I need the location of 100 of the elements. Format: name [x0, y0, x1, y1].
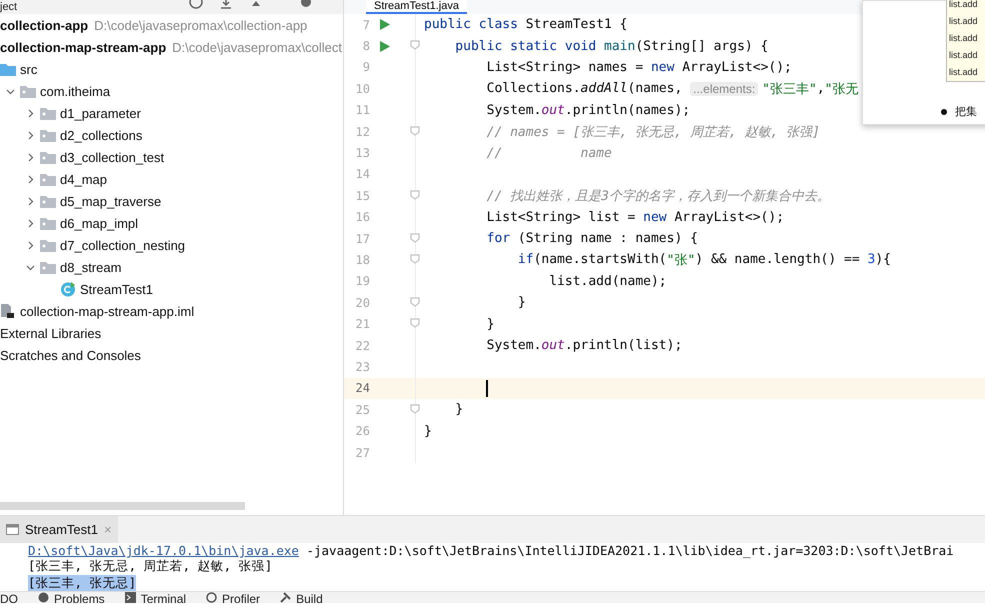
package-folder-icon — [20, 84, 36, 98]
code-line: List<String> list = new ArrayList<>(); — [486, 210, 784, 225]
code-line: } — [454, 402, 464, 418]
file-icon — [0, 303, 16, 319]
tool-window-tab[interactable]: Profiler — [206, 592, 260, 603]
tree-item-label: collection-app — [0, 18, 88, 32]
chevron-right-icon[interactable] — [26, 240, 34, 250]
tree-row[interactable]: collection-app D:\code\javasepromax\collection-app — [0, 14, 343, 36]
line-number: 12 — [354, 124, 370, 139]
completion-item[interactable]: list.add — [947, 30, 985, 47]
completion-item[interactable]: list.add — [947, 64, 985, 81]
completion-item[interactable]: list.add — [947, 47, 985, 64]
tree-row[interactable]: d6_map_impl — [0, 212, 343, 234]
tree-row[interactable]: External Libraries — [0, 322, 343, 344]
chevron-right-icon[interactable] — [26, 152, 34, 162]
tree-row[interactable]: collection-map-stream-app.iml — [0, 300, 343, 322]
chevron-right-icon[interactable] — [26, 108, 34, 118]
code-line: } — [423, 424, 432, 439]
fold-marker-icon[interactable] — [410, 190, 420, 200]
fold-marker-icon[interactable] — [410, 232, 420, 243]
tree-item-label: StreamTest1 — [80, 282, 153, 296]
tree-item-label: d3_collection_test — [60, 150, 164, 164]
line-number: 24 — [354, 381, 370, 396]
line-number: 15 — [354, 188, 370, 203]
fold-marker-icon[interactable] — [410, 296, 420, 307]
fold-marker-icon[interactable] — [410, 318, 420, 328]
line-number: 23 — [354, 360, 370, 374]
code-line: System.out.println(names); — [486, 102, 690, 118]
chevron-down-icon[interactable] — [6, 86, 14, 96]
editor-tab[interactable]: StreamTest1.java — [366, 0, 467, 14]
console-icon — [6, 524, 19, 535]
tree-row[interactable]: d8_stream — [0, 256, 343, 278]
terminal-icon — [124, 592, 136, 603]
line-number: 25 — [354, 402, 370, 417]
fold-marker-icon[interactable] — [410, 126, 420, 136]
tree-item-label: com.itheima — [40, 84, 110, 98]
tree-row[interactable]: Scratches and Consoles — [0, 344, 343, 366]
tree-row[interactable]: StreamTest1 — [0, 278, 343, 300]
code-line: if(name.startsWith("张") && name.length() == 3){ — [516, 251, 891, 269]
chevron-right-icon[interactable] — [26, 130, 34, 140]
completion-item[interactable]: list.add — [947, 13, 985, 30]
tree-row[interactable]: d4_map — [0, 168, 343, 190]
run-icon[interactable] — [380, 19, 390, 30]
line-number: 19 — [354, 274, 370, 288]
module-path: D:\code\javasepromax\collect — [172, 40, 342, 54]
fold-marker-icon[interactable] — [410, 254, 420, 264]
chevron-right-icon[interactable] — [26, 218, 34, 228]
tree-row[interactable]: d3_collection_test — [0, 146, 343, 168]
code-line: public static void main(String[] args) { — [454, 38, 768, 54]
tree-row[interactable]: src — [0, 58, 343, 80]
code-line: public class StreamTest1 { — [423, 17, 628, 32]
tree-row[interactable]: d1_parameter — [0, 102, 343, 124]
package-folder-icon — [40, 128, 56, 142]
chevron-right-icon[interactable] — [26, 174, 34, 184]
tree-row[interactable]: com.itheima — [0, 80, 343, 102]
tree-item-label: d8_stream — [60, 260, 122, 274]
panel-title[interactable]: ject — [0, 0, 18, 14]
line-number: 11 — [354, 103, 370, 118]
tree-row[interactable]: d2_collections — [0, 124, 343, 146]
code-line: // name — [486, 146, 612, 161]
line-number: 9 — [362, 60, 370, 74]
scrollbar[interactable] — [0, 502, 245, 510]
fold-marker-icon[interactable] — [410, 404, 420, 414]
package-folder-icon — [40, 172, 56, 186]
tool-window-tab[interactable]: Terminal — [124, 592, 186, 603]
module-path: D:\code\javasepromax\collection-app — [94, 18, 308, 32]
package-folder-icon — [40, 238, 56, 252]
tree-row[interactable]: d5_map_traverse — [0, 190, 343, 212]
package-folder-icon — [40, 194, 56, 208]
tree-item-label: d1_parameter — [60, 106, 141, 120]
line-number: 16 — [354, 210, 370, 224]
tree-item-label: d2_collections — [60, 128, 142, 142]
folder-icon — [0, 62, 16, 76]
line-number: 7 — [362, 18, 370, 32]
line-number: 14 — [354, 167, 370, 182]
run-tab[interactable]: StreamTest1 × — [0, 516, 118, 543]
tree-item-label: d7_collection_nesting — [60, 238, 186, 252]
completion-item[interactable]: list.add — [947, 0, 985, 13]
run-icon[interactable] — [380, 40, 390, 52]
code-line: } — [516, 295, 526, 310]
code-line: // 找出姓张，且是3个字的名字，存入到一个新集合中去。 — [486, 188, 830, 205]
line-number: 20 — [354, 296, 370, 310]
package-folder-icon — [40, 150, 56, 164]
code-line: Collections.addAll(names, ...elements: "张三丰","张无 — [486, 80, 858, 98]
text-caret — [486, 380, 488, 397]
line-number: 21 — [354, 317, 370, 332]
tree-item-label: d5_map_traverse — [60, 194, 162, 208]
chevron-right-icon[interactable] — [26, 196, 34, 206]
tree-item-label: External Libraries — [0, 326, 102, 340]
package-folder-icon — [40, 260, 56, 274]
tool-window-tab[interactable]: DO — [0, 592, 18, 603]
tree-row[interactable]: collection-map-stream-app D:\code\javasepromax\collect — [0, 36, 343, 58]
tool-window-tab[interactable]: Problems — [38, 592, 105, 603]
tree-row[interactable]: d7_collection_nesting — [0, 234, 343, 256]
chevron-down-icon[interactable] — [26, 262, 34, 272]
tree-item-label: d4_map — [60, 172, 107, 186]
line-number: 13 — [354, 146, 370, 160]
tool-window-tab[interactable]: Build — [280, 592, 323, 603]
popup-note: 把集 — [941, 104, 977, 119]
fold-marker-icon[interactable] — [410, 40, 420, 50]
